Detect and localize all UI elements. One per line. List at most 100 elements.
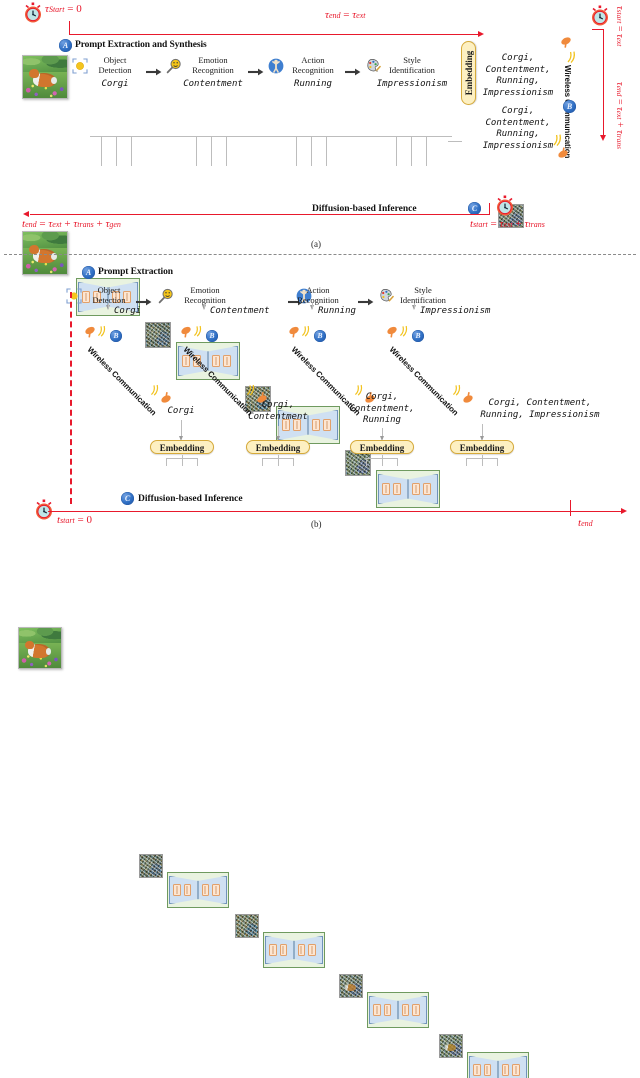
rail-drop-b-2-1: [382, 455, 383, 466]
timeline-a-top-arrowhead: [478, 30, 484, 37]
timeline-a-top-vertical: [69, 21, 71, 35]
rail-drop-a-6: [296, 137, 297, 166]
timeline-a-right-arrowhead: [600, 135, 606, 141]
task-b-1-title: Emotion Recognition: [184, 285, 226, 305]
latent-noise-b-1: [235, 914, 259, 938]
task-a-3-title: Style Identification: [389, 55, 435, 75]
unet-block-b-3: [467, 1052, 529, 1078]
rail-drop-a-4: [211, 137, 212, 166]
rail-drop-b-3-1: [482, 455, 483, 466]
rail-drop-a-10: [411, 137, 412, 166]
task-b-2-title: Action Recognition: [297, 285, 339, 305]
embedding-pill-b-3: Embedding: [450, 440, 514, 454]
transmitted-prompt-b-3: Corgi, Contentment, Running, Impressioni…: [442, 398, 638, 421]
task-a-0-value: Corgi: [101, 79, 129, 89]
recv-line-0: Corgi,: [501, 106, 535, 116]
stage-b-badge-a: B: [563, 100, 576, 113]
object-detection-icon: [66, 288, 82, 304]
arrow-b-2-3-icon: [358, 293, 374, 311]
rail-drop-b-1-0: [262, 458, 263, 466]
clock-icon-a-bottom: [494, 195, 516, 217]
stage-a-badge: A: [59, 39, 72, 52]
rail-drop-a-8: [326, 137, 327, 166]
task-b-2-value: Running: [318, 306, 356, 316]
conditioning-rail-a: [90, 136, 452, 137]
rail-drop-b-2-0: [366, 458, 367, 466]
recv-line-1: Contentment,: [485, 117, 551, 128]
rail-drop-b-2-2: [397, 458, 398, 466]
tau-end-ext-trans-label-right: τend = τext + τtrans: [614, 82, 625, 150]
timeline-a-right-vertical: [603, 29, 605, 136]
transmitted-prompt-b-2: Corgi, Contentment, Running: [336, 392, 428, 427]
rail-drop-a-0: [101, 137, 102, 166]
task-b-3-down-line: [414, 303, 415, 309]
signal-waves-b-2: [301, 324, 312, 342]
panel-divider: [4, 254, 636, 255]
transmitted-prompt-b-0: Corgi: [142, 406, 220, 418]
unet-block-b-2: [367, 992, 429, 1028]
unet-block-b-1: [263, 932, 325, 968]
signal-waves-b-3: [399, 324, 410, 342]
signal-waves-b-0: [97, 324, 108, 342]
emotion-recognition-icon: [158, 288, 174, 304]
unet-block-b-0: [167, 872, 229, 908]
rail-drop-b-3-0: [466, 458, 467, 466]
antenna-icon-a-tx: [560, 36, 574, 50]
signal-waves-b-1: [193, 324, 204, 342]
emotion-recognition-icon: [166, 58, 182, 74]
task-a-3-value: Impressionism: [376, 79, 448, 89]
panel-b-caption: (b): [311, 519, 322, 529]
task-b-1-down-line: [204, 303, 205, 309]
task-b-1-value: Contentment: [210, 306, 270, 316]
timeline-b-arrowhead: [621, 507, 627, 514]
latent-noise-b-0: [139, 854, 163, 878]
wireless-badge-b-0: B: [110, 330, 122, 342]
rail-drop-a-3: [196, 137, 197, 166]
timeline-b-end-tick: [570, 500, 572, 516]
task-a-1-value: Contentment: [183, 79, 243, 89]
panel-a-caption: (a): [311, 239, 321, 249]
wireless-badge-b-3: B: [412, 330, 424, 342]
rail-drop-b-1-2: [293, 458, 294, 466]
synthesized-prompt-a: Corgi, Contentment, Running, Impressioni…: [470, 53, 566, 99]
wireless-badge-b-1: B: [206, 330, 218, 342]
arrow-b-0-1-icon: [136, 293, 152, 311]
timeline-a-bottom-arrowhead: [23, 210, 29, 217]
task-a-0-title: Object Detection: [98, 55, 132, 75]
rail-drop-a-2: [131, 137, 132, 166]
signal-waves-b-0-rx: [150, 383, 161, 401]
output-image-thumbnail-a: [22, 231, 68, 275]
task-b-3-value: Impressionism: [420, 306, 491, 316]
timeline-b-horizontal: [48, 511, 623, 513]
tau-end-ext-label: τend = τext: [325, 9, 366, 21]
clock-icon-a-start: [22, 2, 44, 24]
rail-drop-a-11: [426, 137, 427, 166]
embedding-pill-b-1: Embedding: [246, 440, 310, 454]
source-image-thumbnail-a: [22, 55, 68, 99]
style-identification-icon: [365, 58, 381, 74]
arrow-a-2-3-icon: [345, 63, 361, 81]
task-a-1-title: Emotion Recognition: [192, 55, 234, 75]
embedding-pill-a: Embedding: [461, 41, 476, 105]
timeline-a-top-horizontal: [69, 34, 479, 36]
prompt-b-1-line-1: Contentment: [248, 411, 308, 422]
stage-c-title-b: Diffusion-based Inference: [138, 494, 243, 504]
prompt-b-0-line-0: Corgi: [167, 406, 195, 416]
t-end-label-b: tend: [578, 517, 593, 529]
timeline-b-dashed-vertical: [70, 292, 72, 504]
t-end-label-a: tend = τext + τtrans + τgen: [22, 218, 121, 230]
arrow-a-1-2-icon: [248, 63, 264, 81]
object-detection-icon: [72, 58, 88, 74]
prompt-b-3-line-1: Running, Impressionism: [480, 409, 600, 420]
task-a-2-value: Running: [294, 79, 332, 89]
synth-line-0: Corgi,: [501, 53, 535, 63]
latent-noise-b-3: [439, 1034, 463, 1058]
prompt-embed-connector-b-0: [181, 420, 182, 437]
signal-waves-a-rx: [552, 133, 564, 152]
action-recognition-icon: [268, 57, 284, 75]
latent-noise-b-2: [339, 974, 363, 998]
latent-noise-a-0: [145, 322, 171, 348]
rail-drop-a-5: [226, 137, 227, 166]
rail-drop-b-0-1: [182, 455, 183, 466]
wireless-badge-b-2: B: [314, 330, 326, 342]
